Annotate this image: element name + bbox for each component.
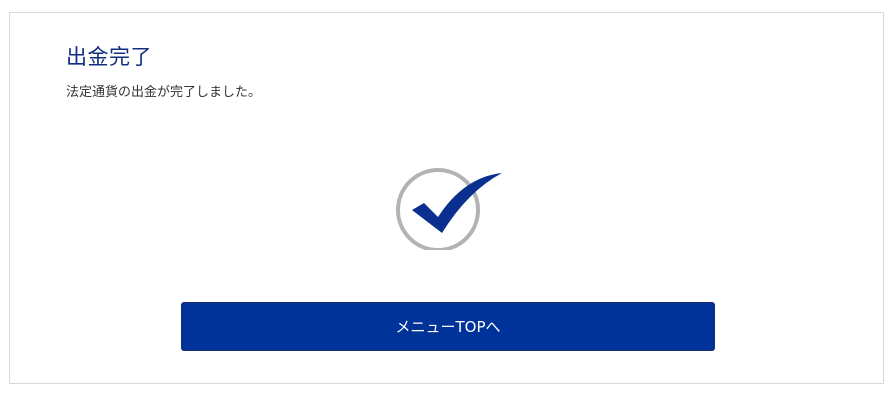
check-ring <box>396 168 480 252</box>
menu-top-button[interactable]: メニューTOPへ <box>181 302 715 351</box>
check-icon-graphic <box>396 168 502 252</box>
completion-card: 出金完了 法定通貨の出金が完了しました。 メニューTOPへ <box>9 12 884 384</box>
completion-message: 法定通貨の出金が完了しました。 <box>66 85 262 100</box>
page-title: 出金完了 <box>66 45 152 69</box>
success-check-icon <box>394 155 504 252</box>
